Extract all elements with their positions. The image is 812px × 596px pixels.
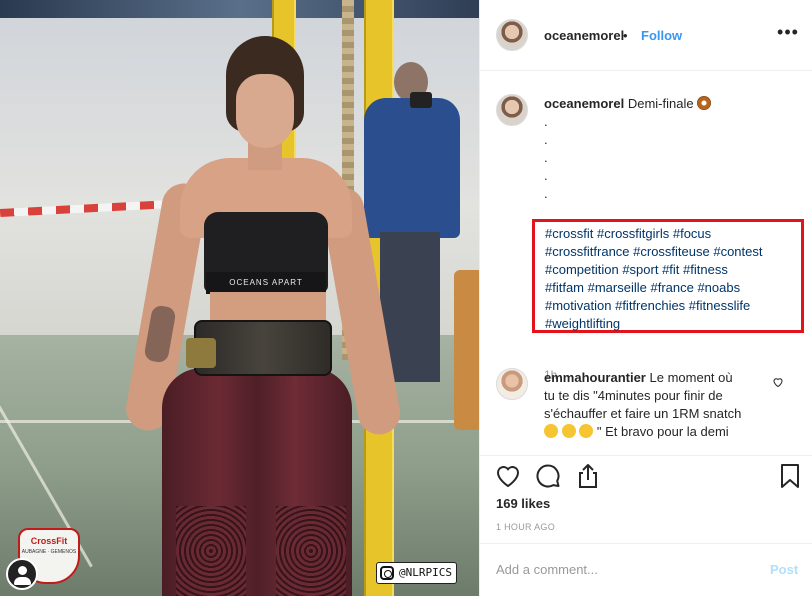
caption-dot: . bbox=[544, 132, 548, 147]
caption-text: Demi-finale bbox=[627, 96, 694, 111]
grin-emoji-icon bbox=[579, 424, 594, 438]
caption-dot: . bbox=[544, 150, 548, 165]
gym-banner bbox=[0, 0, 479, 18]
photographer-watermark: @NLRPICS bbox=[376, 562, 457, 584]
heart-outline-icon[interactable] bbox=[772, 376, 784, 388]
caption-dot: . bbox=[544, 186, 548, 201]
comment-text: s'échauffer et faire un 1RM snatch bbox=[544, 406, 742, 421]
camera-icon bbox=[410, 92, 432, 108]
comment-text: tu te dis "4minutes pour finir de bbox=[544, 388, 723, 403]
like-count[interactable]: 169 likes bbox=[496, 496, 550, 511]
bookmark-icon[interactable] bbox=[776, 462, 804, 490]
comment-icon[interactable] bbox=[534, 462, 562, 490]
athlete: OCEANS APART bbox=[96, 36, 404, 596]
hashtag-line[interactable]: #motivation #fitfrenchies #fitnesslife bbox=[545, 297, 801, 315]
separator-dot: • bbox=[623, 28, 628, 43]
instagram-icon bbox=[380, 566, 394, 580]
post-photo[interactable]: OCEANS APART CrossFit AUBAGNE · GEMENOS … bbox=[0, 0, 479, 596]
hashtag-line[interactable]: #crossfitfrance #crossfiteuse #contest bbox=[545, 243, 801, 261]
comment-input[interactable] bbox=[496, 558, 756, 580]
avatar[interactable] bbox=[496, 368, 528, 400]
caption-dot: . bbox=[544, 168, 548, 183]
bra-print: OCEANS APART bbox=[206, 272, 326, 294]
avatar[interactable] bbox=[496, 19, 528, 51]
belt-buckle bbox=[186, 338, 216, 368]
comment-text: Le moment où bbox=[649, 370, 733, 385]
comment-username[interactable]: emmahourantier bbox=[544, 370, 646, 385]
user-tag-icon[interactable] bbox=[6, 558, 38, 590]
heart-icon[interactable] bbox=[494, 462, 522, 490]
bench bbox=[454, 270, 479, 430]
follow-button[interactable]: Follow bbox=[641, 28, 682, 43]
post-button[interactable]: Post bbox=[770, 562, 798, 577]
smile-emoji-icon bbox=[561, 424, 576, 438]
hashtag-line[interactable]: #weightlifting bbox=[545, 315, 801, 333]
hashtag-line[interactable]: #fitfam #marseille #france #noabs bbox=[545, 279, 801, 297]
add-comment-bar: Post bbox=[480, 543, 812, 596]
post-header: oceanemorel • Follow ••• bbox=[480, 0, 812, 71]
more-options-icon[interactable]: ••• bbox=[776, 22, 800, 46]
post-actions: 169 likes 1 HOUR AGO bbox=[480, 455, 812, 543]
caption-dot: . bbox=[544, 114, 548, 129]
comment-text: " Et bravo pour la demi bbox=[596, 424, 729, 439]
username-link[interactable]: oceanemorel bbox=[544, 28, 624, 43]
hashtag-line[interactable]: #competition #sport #fit #fitness bbox=[545, 261, 801, 279]
hashtag-highlight-box: #crossfit #crossfitgirls #focus #crossfi… bbox=[532, 219, 804, 333]
share-icon[interactable] bbox=[574, 462, 602, 490]
donut-emoji-icon bbox=[697, 96, 712, 110]
hashtag-line[interactable]: #crossfit #crossfitgirls #focus bbox=[545, 225, 801, 243]
post-timestamp[interactable]: 1 HOUR AGO bbox=[496, 522, 555, 532]
avatar[interactable] bbox=[496, 94, 528, 126]
caption-username[interactable]: oceanemorel bbox=[544, 96, 624, 111]
post-sidebar: oceanemorel • Follow ••• oceanemorel Dem… bbox=[479, 0, 812, 596]
comments-list[interactable]: oceanemorel Demi-finale . . . . . #cross… bbox=[480, 72, 812, 455]
sunglasses-emoji-icon bbox=[544, 424, 558, 438]
